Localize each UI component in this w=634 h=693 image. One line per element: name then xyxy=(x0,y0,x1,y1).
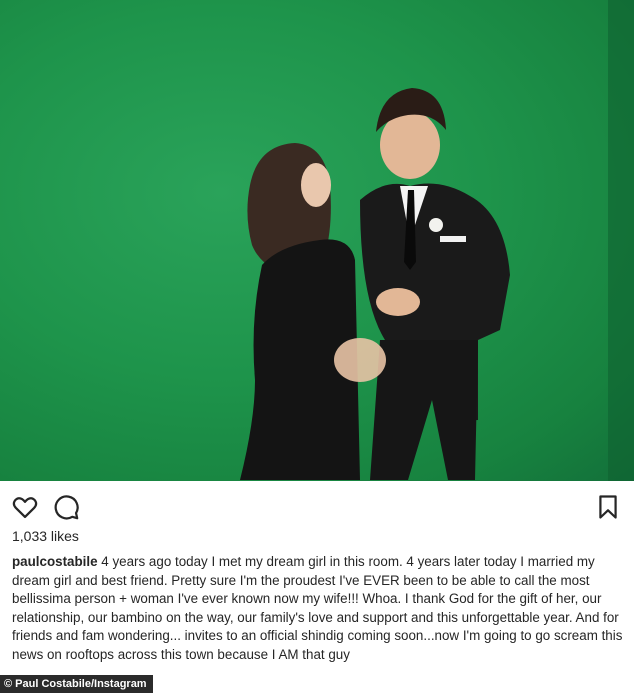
bookmark-icon[interactable] xyxy=(594,493,622,521)
caption-username[interactable]: paulcostabile xyxy=(12,554,98,569)
comment-icon[interactable] xyxy=(52,493,80,521)
heart-icon[interactable] xyxy=(11,493,39,521)
post-photo xyxy=(0,0,634,481)
post-caption: paulcostabile 4 years ago today I met my… xyxy=(12,553,624,664)
post-actions-bar xyxy=(0,481,634,529)
caption-text: 4 years ago today I met my dream girl in… xyxy=(12,554,623,662)
couple-illustration xyxy=(240,0,634,481)
likes-count[interactable]: 1,033 likes xyxy=(12,528,79,544)
photo-credit: © Paul Costabile/Instagram xyxy=(0,675,153,693)
